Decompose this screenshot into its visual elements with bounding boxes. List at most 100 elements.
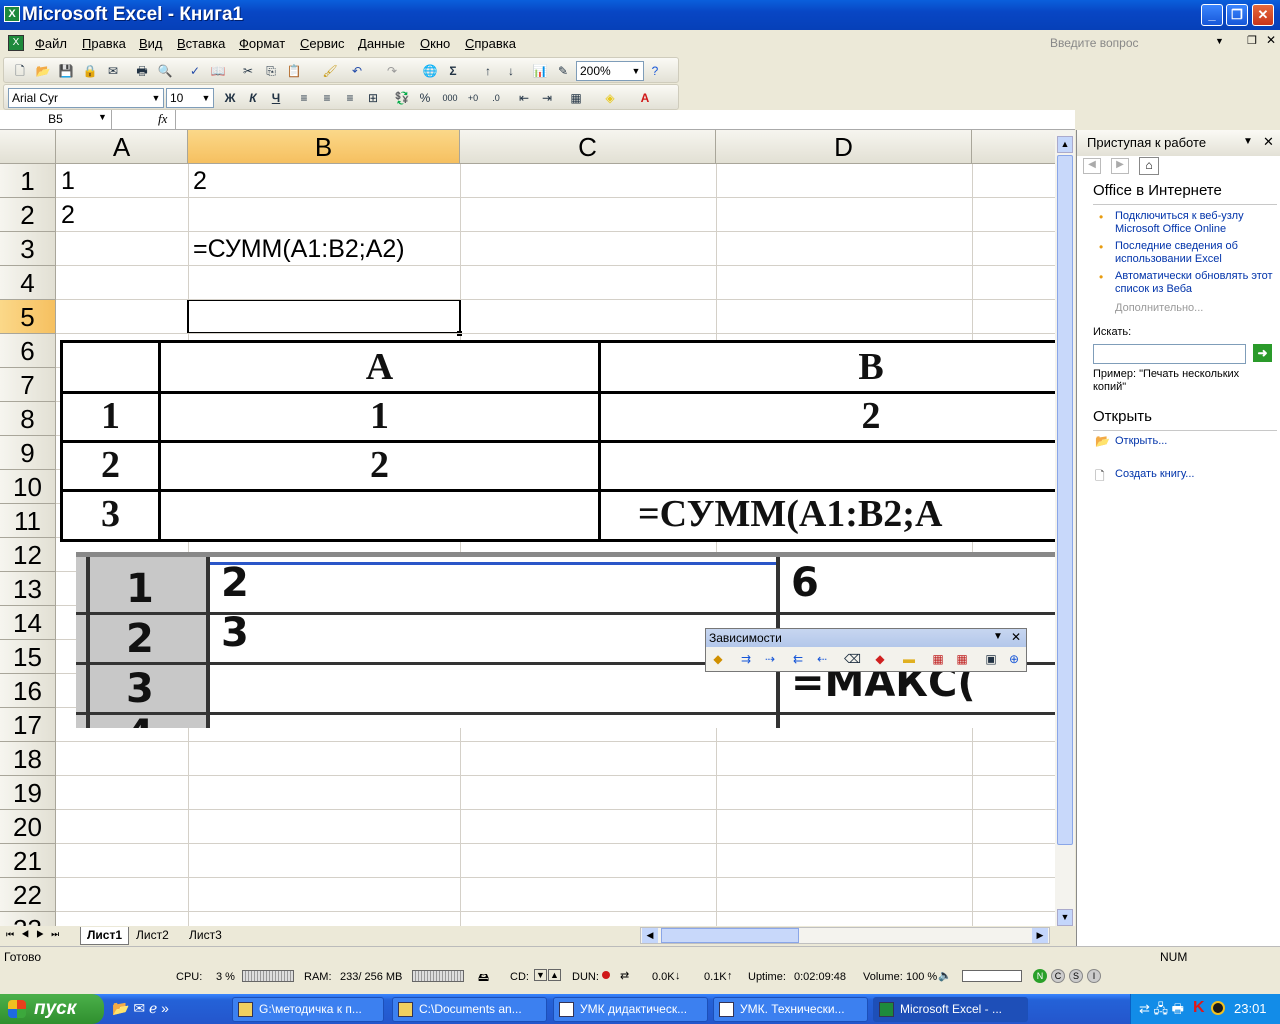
link-open[interactable]: Открыть... bbox=[1115, 435, 1167, 448]
link-latest-news[interactable]: Последние сведения об использовании Exce… bbox=[1115, 240, 1275, 266]
search-input[interactable] bbox=[1093, 344, 1246, 364]
research-icon[interactable]: 📖 bbox=[210, 63, 226, 79]
zoom-dropdown-icon[interactable]: ▼ bbox=[630, 63, 642, 79]
trace-error-icon[interactable]: ◆ bbox=[872, 651, 888, 667]
row-header-16[interactable]: 16 bbox=[0, 674, 56, 708]
remove-precedent-arrows-icon[interactable]: ⇢ bbox=[762, 651, 778, 667]
close-doc-icon[interactable]: ✕ bbox=[1266, 33, 1276, 47]
autosum-icon[interactable]: Σ bbox=[445, 63, 461, 79]
decrease-indent-icon[interactable]: ⇤ bbox=[516, 90, 532, 106]
deps-close-icon[interactable]: ✕ bbox=[1011, 630, 1021, 644]
increase-decimal-icon[interactable]: +0 bbox=[465, 90, 481, 106]
save-icon[interactable]: 💾 bbox=[58, 63, 74, 79]
cell-a1[interactable]: 1 bbox=[56, 164, 75, 198]
formula-input[interactable] bbox=[175, 110, 1075, 129]
status-s-icon[interactable]: S bbox=[1069, 969, 1083, 983]
task-pane-menu-icon[interactable]: ▼ bbox=[1243, 136, 1253, 147]
drawing-icon[interactable]: ✎ bbox=[555, 63, 571, 79]
row-header-2[interactable]: 2 bbox=[0, 198, 56, 232]
trace-precedents-icon[interactable]: ⇉ bbox=[738, 651, 754, 667]
volume-slider[interactable] bbox=[962, 970, 1022, 982]
scroll-thumb[interactable] bbox=[1057, 155, 1073, 845]
help-icon[interactable]: ? bbox=[647, 63, 663, 79]
chart-wizard-icon[interactable]: 📊 bbox=[532, 63, 548, 79]
name-box[interactable]: B5 bbox=[0, 110, 112, 129]
zoom-combo[interactable]: 200% ▼ bbox=[576, 61, 644, 81]
bold-button[interactable]: Ж bbox=[222, 90, 238, 106]
merge-center-icon[interactable]: ⊞ bbox=[365, 90, 381, 106]
column-header-e[interactable] bbox=[972, 130, 1055, 164]
row-header-14[interactable]: 14 bbox=[0, 606, 56, 640]
row-header-13[interactable]: 13 bbox=[0, 572, 56, 606]
status-n-icon[interactable]: N bbox=[1033, 969, 1047, 983]
undo-icon[interactable]: ↶ bbox=[349, 63, 365, 79]
quicklaunch-icons[interactable]: 📂 ✉ ℯ » bbox=[112, 1000, 169, 1017]
task-item-4[interactable]: УМК. Технически... bbox=[713, 997, 868, 1022]
trace-dependents-icon[interactable]: ⇇ bbox=[790, 651, 806, 667]
menu-help[interactable]: Справка bbox=[465, 36, 516, 51]
row-header-21[interactable]: 21 bbox=[0, 844, 56, 878]
task-item-3[interactable]: УМК дидактическ... bbox=[553, 997, 708, 1022]
scroll-down-icon[interactable]: ▼ bbox=[1057, 909, 1073, 926]
clear-circles-icon[interactable]: ▦ bbox=[954, 651, 970, 667]
new-icon[interactable]: 🗋 bbox=[12, 63, 28, 79]
sort-ascending-icon[interactable]: ↑ bbox=[480, 63, 496, 79]
hyperlink-icon[interactable]: 🌐 bbox=[422, 63, 438, 79]
decrease-decimal-icon[interactable]: .0 bbox=[488, 90, 504, 106]
deps-options-icon[interactable]: ▼ bbox=[993, 631, 1003, 642]
forward-icon[interactable]: ▶ bbox=[1111, 158, 1129, 174]
minimize-button[interactable]: _ bbox=[1201, 4, 1223, 26]
tab-sheet2[interactable]: Лист2 bbox=[136, 928, 169, 942]
increase-indent-icon[interactable]: ⇥ bbox=[539, 90, 555, 106]
thousands-button[interactable]: 000 bbox=[440, 90, 460, 106]
size-dropdown-icon[interactable]: ▼ bbox=[200, 90, 212, 106]
format-painter-icon[interactable]: 🖌 bbox=[322, 63, 338, 79]
open-icon[interactable]: 📂 bbox=[35, 63, 51, 79]
row-header-6[interactable]: 6 bbox=[0, 334, 56, 368]
row-header-9[interactable]: 9 bbox=[0, 436, 56, 470]
row-header-3[interactable]: 3 bbox=[0, 232, 56, 266]
tab-sheet3[interactable]: Лист3 bbox=[189, 928, 222, 942]
font-color-icon[interactable]: A bbox=[637, 90, 653, 106]
column-header-d[interactable]: D bbox=[716, 130, 972, 164]
row-header-19[interactable]: 19 bbox=[0, 776, 56, 810]
font-combo[interactable]: Arial Cyr ▼ bbox=[8, 88, 164, 108]
namebox-dropdown-icon[interactable]: ▼ bbox=[98, 112, 107, 122]
font-dropdown-icon[interactable]: ▼ bbox=[150, 90, 162, 106]
borders-icon[interactable]: ▦ bbox=[568, 90, 584, 106]
fill-color-icon[interactable]: ◈ bbox=[602, 90, 618, 106]
link-connect[interactable]: Подключиться к веб-узлу Microsoft Office… bbox=[1115, 210, 1275, 236]
home-icon[interactable]: ⌂ bbox=[1139, 157, 1159, 175]
maximize-button[interactable]: ❐ bbox=[1226, 4, 1248, 26]
spelling-icon[interactable]: ✓ bbox=[187, 63, 203, 79]
menu-tools[interactable]: Сервис bbox=[300, 36, 345, 51]
redo-icon[interactable]: ↷ bbox=[384, 63, 400, 79]
scroll-right-icon[interactable]: ▶ bbox=[1032, 928, 1048, 943]
speaker-icon[interactable]: 🔈 bbox=[938, 969, 952, 982]
menu-file[interactable]: Файл bbox=[35, 36, 67, 51]
currency-icon[interactable]: 💱 bbox=[394, 90, 410, 106]
task-item-2[interactable]: C:\Documents an... bbox=[392, 997, 547, 1022]
menu-insert[interactable]: Вставка bbox=[177, 36, 225, 51]
link-create[interactable]: Создать книгу... bbox=[1115, 468, 1194, 481]
print-icon[interactable]: 🖶 bbox=[134, 63, 150, 79]
menu-format[interactable]: Формат bbox=[239, 36, 285, 51]
help-dropdown-icon[interactable]: ▼ bbox=[1215, 36, 1224, 46]
help-search-input[interactable]: Введите вопрос bbox=[1050, 36, 1139, 50]
row-header-22[interactable]: 22 bbox=[0, 878, 56, 912]
align-right-icon[interactable]: ≡ bbox=[342, 90, 358, 106]
menu-view[interactable]: Вид bbox=[139, 36, 163, 51]
align-left-icon[interactable]: ≡ bbox=[296, 90, 312, 106]
column-header-c[interactable]: C bbox=[460, 130, 716, 164]
copy-icon[interactable]: ⎘ bbox=[263, 63, 279, 79]
print-preview-icon[interactable]: 🔍 bbox=[157, 63, 173, 79]
cell-b1[interactable]: 2 bbox=[188, 164, 207, 198]
tab-sheet1[interactable]: Лист1 bbox=[80, 927, 130, 945]
new-comment-icon[interactable]: ▬ bbox=[901, 651, 917, 667]
status-i-icon[interactable]: I bbox=[1087, 969, 1101, 983]
antivirus-icon[interactable]: K bbox=[1193, 999, 1205, 1017]
cd-dropdown-icon[interactable]: ▼ bbox=[534, 969, 547, 981]
restore-doc-icon[interactable]: ❐ bbox=[1247, 34, 1257, 47]
close-button[interactable]: ✕ bbox=[1252, 4, 1274, 26]
remove-all-arrows-icon[interactable]: ⌫ bbox=[844, 651, 861, 667]
